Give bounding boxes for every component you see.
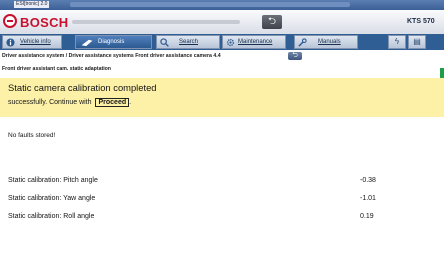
breadcrumb-back-button[interactable]: ⮌ — [288, 52, 302, 60]
tab-search[interactable]: Search — [156, 35, 220, 49]
window-title: ESI[tronic] 2.0 — [14, 1, 50, 8]
value-roll: 0.19 — [360, 213, 374, 220]
search-icon — [160, 38, 169, 47]
tab-label: Vehicle info — [20, 39, 51, 45]
window-titlebar: ESI[tronic] 2.0 — [0, 0, 444, 10]
banner-instruction: successfully. Continue with Proceed. — [8, 98, 131, 107]
tab-label: Maintenance — [238, 39, 273, 45]
main-tab-bar: Vehicle info Diagnosis Search Maintenanc… — [0, 34, 444, 84]
brand-name: BOSCH — [20, 15, 69, 30]
breadcrumb: Driver assistance system / Driver assist… — [2, 53, 221, 59]
stethoscope-icon — [81, 39, 93, 47]
fault-status: No faults stored! — [8, 132, 56, 139]
value-label-yaw: Static calibration: Yaw angle — [8, 195, 96, 202]
banner-instruction-end: . — [129, 99, 132, 106]
bosch-logo-icon — [3, 14, 17, 28]
wrench-icon — [298, 38, 307, 47]
banner-instruction-text: successfully. Continue with — [8, 99, 92, 106]
gear-icon — [226, 38, 235, 47]
tab-vehicle-info[interactable]: Vehicle info — [2, 35, 62, 49]
titlebar-blurred-area — [70, 2, 350, 7]
proceed-link[interactable]: Proceed — [95, 98, 130, 107]
tab-maintenance[interactable]: Maintenance — [222, 35, 286, 49]
app-header: BOSCH ⮌ KTS 570 — [0, 10, 444, 35]
tab-label: Diagnosis — [98, 39, 125, 45]
info-icon — [6, 38, 15, 47]
header-blurred-info — [72, 20, 240, 24]
device-name: KTS 570 — [407, 18, 435, 25]
tab-label: Manuals — [318, 39, 341, 45]
tab-label: Search — [179, 39, 199, 45]
calibration-message-banner: Static camera calibration completed succ… — [0, 78, 444, 117]
tab-manuals[interactable]: Manuals — [294, 35, 358, 49]
flash-tool-button[interactable]: ϟ — [388, 35, 406, 49]
document-tool-button[interactable]: ▤ — [408, 35, 426, 49]
value-label-roll: Static calibration: Roll angle — [8, 213, 95, 220]
tab-diagnosis[interactable]: Diagnosis — [75, 35, 152, 49]
value-label-pitch: Static calibration: Pitch angle — [8, 177, 98, 184]
sub-breadcrumb: Front driver assistant cam. static adapt… — [2, 66, 111, 72]
banner-title: Static camera calibration completed — [8, 82, 157, 93]
value-yaw: -1.01 — [360, 195, 376, 202]
value-pitch: -0.38 — [360, 177, 376, 184]
header-back-button[interactable]: ⮌ — [262, 15, 282, 29]
